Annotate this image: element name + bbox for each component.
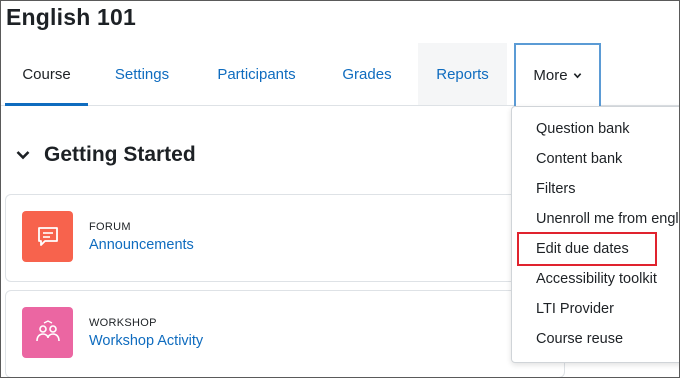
chevron-down-icon xyxy=(573,73,581,79)
menu-item-label: Question bank xyxy=(536,121,630,137)
tab-more-label: More xyxy=(533,67,568,84)
menu-item-edit-due-dates[interactable]: Edit due dates xyxy=(512,234,680,264)
tab-participants[interactable]: Participants xyxy=(200,43,313,105)
tab-more[interactable]: More xyxy=(514,43,601,106)
page-title: English 101 xyxy=(6,4,137,30)
menu-item-lti-provider[interactable]: LTI Provider xyxy=(512,294,680,324)
tab-reports[interactable]: Reports xyxy=(418,43,507,105)
menu-item-course-reuse[interactable]: Course reuse xyxy=(512,324,680,354)
menu-item-label: Filters xyxy=(536,181,576,197)
menu-item-label: LTI Provider xyxy=(536,301,614,317)
menu-item-label: Accessibility toolkit xyxy=(536,271,657,287)
tab-grades-label: Grades xyxy=(342,65,392,83)
menu-item-content-bank[interactable]: Content bank xyxy=(512,144,680,174)
activity-link[interactable]: Announcements xyxy=(89,237,194,253)
menu-item-question-bank[interactable]: Question bank xyxy=(512,114,680,144)
tab-course[interactable]: Course xyxy=(5,43,88,106)
more-dropdown-menu: Question bank Content bank Filters Unenr… xyxy=(511,106,680,363)
tab-reports-label: Reports xyxy=(436,65,489,83)
secondary-navigation: Course Settings Participants Grades Repo… xyxy=(0,43,680,106)
activity-card: WORKSHOP Workshop Activity xyxy=(5,290,565,378)
tab-settings[interactable]: Settings xyxy=(96,43,188,105)
tab-participants-label: Participants xyxy=(217,65,296,83)
menu-item-accessibility-toolkit[interactable]: Accessibility toolkit xyxy=(512,264,680,294)
forum-icon xyxy=(22,211,73,262)
menu-item-filters[interactable]: Filters xyxy=(512,174,680,204)
section-title: Getting Started xyxy=(44,143,196,166)
workshop-icon xyxy=(22,307,73,358)
activity-type: WORKSHOP xyxy=(89,317,157,329)
activity-card: FORUM Announcements xyxy=(5,194,565,282)
activity-type: FORUM xyxy=(89,221,131,233)
activity-link[interactable]: Workshop Activity xyxy=(89,333,203,349)
menu-item-label: Course reuse xyxy=(536,331,624,347)
menu-item-unenroll[interactable]: Unenroll me from engl xyxy=(512,204,680,234)
chevron-down-icon[interactable] xyxy=(14,146,32,164)
tab-grades[interactable]: Grades xyxy=(325,43,409,105)
tab-course-label: Course xyxy=(22,65,71,83)
menu-item-label: Unenroll me from engl xyxy=(536,211,679,227)
tab-settings-label: Settings xyxy=(114,65,170,83)
section-header[interactable]: Getting Started xyxy=(14,143,196,167)
menu-item-label: Content bank xyxy=(536,151,623,167)
menu-item-label: Edit due dates xyxy=(536,241,629,257)
